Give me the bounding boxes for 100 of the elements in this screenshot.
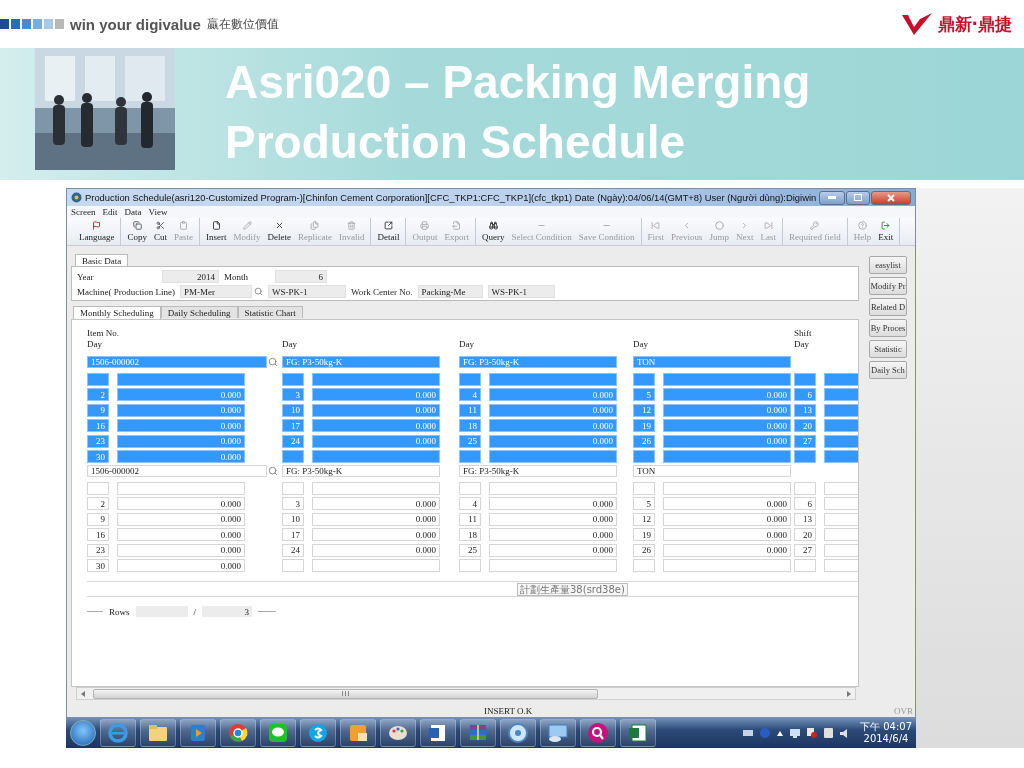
quantity-cell[interactable] — [489, 450, 617, 463]
day-cell[interactable]: 18 — [459, 528, 481, 541]
day-cell[interactable]: 4 — [459, 497, 481, 510]
day-cell[interactable]: 27 — [794, 543, 816, 557]
close-button[interactable] — [871, 190, 911, 205]
input-field[interactable]: WS-PK-1 — [268, 285, 346, 298]
toolbar-button[interactable]: Cut — [153, 218, 168, 245]
day-cell[interactable] — [282, 481, 304, 495]
quantity-cell[interactable] — [489, 372, 617, 386]
taskbar-button[interactable] — [380, 719, 416, 747]
quantity-cell[interactable] — [489, 559, 617, 572]
tab[interactable]: Daily Scheduling — [160, 306, 238, 318]
search-icon[interactable] — [254, 287, 263, 296]
day-cell[interactable]: 10 — [282, 512, 304, 526]
day-cell[interactable] — [633, 372, 655, 386]
day-cell[interactable]: 2 — [87, 497, 109, 510]
quantity-cell[interactable] — [663, 559, 791, 572]
menu-item[interactable]: Edit — [102, 207, 118, 217]
day-cell[interactable] — [282, 372, 304, 386]
input-field[interactable]: WS-PK-1 — [487, 285, 555, 298]
toolbar-button[interactable]: Language — [78, 218, 116, 245]
day-cell[interactable]: 5 — [633, 497, 655, 510]
scroll-right-icon[interactable] — [847, 690, 851, 697]
taskbar-button[interactable] — [620, 719, 656, 747]
taskbar-button[interactable] — [180, 719, 216, 747]
horizontal-scrollbar[interactable] — [76, 687, 856, 700]
day-cell[interactable]: 9 — [87, 512, 109, 526]
quantity-cell[interactable] — [824, 372, 858, 386]
search-icon[interactable] — [268, 357, 278, 367]
day-cell[interactable]: 24 — [282, 543, 304, 557]
quantity-cell[interactable] — [824, 497, 858, 510]
toolbar-button[interactable]: Insert — [205, 218, 228, 245]
side-button[interactable]: Statistic — [869, 340, 907, 358]
day-cell[interactable]: 26 — [633, 543, 655, 557]
side-button[interactable]: Related D — [869, 298, 907, 316]
input-field[interactable]: Packing-Me — [417, 285, 483, 298]
quantity-cell[interactable] — [824, 543, 858, 557]
quantity-cell[interactable] — [117, 481, 245, 495]
day-cell[interactable] — [633, 481, 655, 495]
day-cell[interactable] — [87, 372, 109, 386]
day-cell[interactable]: 20 — [794, 528, 816, 541]
item-field[interactable]: TON — [633, 465, 791, 477]
quantity-cell[interactable] — [824, 419, 858, 432]
day-cell[interactable] — [459, 559, 481, 572]
toolbar-button[interactable]: Exit — [877, 218, 895, 245]
quantity-cell[interactable]: 0.000 — [117, 528, 245, 541]
side-button[interactable]: Daily Sch — [869, 361, 907, 379]
quantity-cell[interactable]: 0.000 — [117, 512, 245, 526]
search-icon[interactable] — [268, 466, 278, 476]
day-cell[interactable]: 11 — [459, 512, 481, 526]
tab[interactable]: Statistic Chart — [237, 306, 303, 318]
item-field[interactable]: FG: P3-50kg-K — [282, 465, 440, 477]
quantity-cell[interactable]: 0.000 — [117, 543, 245, 557]
maximize-button[interactable] — [846, 190, 870, 205]
quantity-cell[interactable] — [117, 372, 245, 386]
item-field[interactable]: FG: P3-50kg-K — [459, 465, 617, 477]
quantity-cell[interactable]: 0.000 — [663, 497, 791, 510]
menu-item[interactable]: Data — [124, 207, 142, 217]
quantity-cell[interactable] — [824, 450, 858, 463]
quantity-cell[interactable] — [824, 403, 858, 417]
taskbar-button[interactable] — [420, 719, 456, 747]
day-cell[interactable] — [282, 559, 304, 572]
quantity-cell[interactable] — [824, 559, 858, 572]
day-cell[interactable]: 25 — [459, 543, 481, 557]
side-button[interactable]: By Proces — [869, 319, 907, 337]
taskbar-button[interactable] — [500, 719, 536, 747]
day-cell[interactable] — [282, 450, 304, 463]
day-cell[interactable] — [459, 481, 481, 495]
day-cell[interactable]: 13 — [794, 512, 816, 526]
day-cell[interactable] — [459, 450, 481, 463]
input-field[interactable]: 6 — [275, 270, 327, 283]
side-button[interactable]: easylist — [869, 256, 907, 274]
quantity-cell[interactable] — [824, 481, 858, 495]
taskbar-button[interactable] — [260, 719, 296, 747]
quantity-cell[interactable] — [663, 372, 791, 386]
quantity-cell[interactable]: 0.000 — [312, 497, 440, 510]
quantity-cell[interactable] — [312, 372, 440, 386]
taskbar-button[interactable] — [220, 719, 256, 747]
scroll-left-icon[interactable] — [81, 690, 85, 697]
day-cell[interactable]: 19 — [633, 528, 655, 541]
quantity-cell[interactable]: 0.000 — [489, 512, 617, 526]
taskbar-button[interactable] — [460, 719, 496, 747]
quantity-cell[interactable] — [312, 559, 440, 572]
quantity-cell[interactable]: 0.000 — [117, 497, 245, 510]
quantity-cell[interactable] — [824, 388, 858, 401]
quantity-cell[interactable] — [824, 512, 858, 526]
quantity-cell[interactable]: 0.000 — [663, 543, 791, 557]
taskbar-button[interactable] — [140, 719, 176, 747]
quantity-cell[interactable] — [824, 528, 858, 541]
quantity-cell[interactable]: 0.000 — [663, 528, 791, 541]
menu-item[interactable]: Screen — [71, 207, 96, 217]
quantity-cell[interactable] — [824, 434, 858, 448]
quantity-cell[interactable] — [489, 481, 617, 495]
quantity-cell[interactable] — [312, 450, 440, 463]
quantity-cell[interactable]: 0.000 — [312, 528, 440, 541]
day-cell[interactable]: 12 — [633, 512, 655, 526]
minimize-button[interactable] — [819, 190, 845, 205]
quantity-cell[interactable]: 0.000 — [312, 512, 440, 526]
quantity-cell[interactable]: 0.000 — [489, 543, 617, 557]
menu-item[interactable]: View — [148, 207, 168, 217]
